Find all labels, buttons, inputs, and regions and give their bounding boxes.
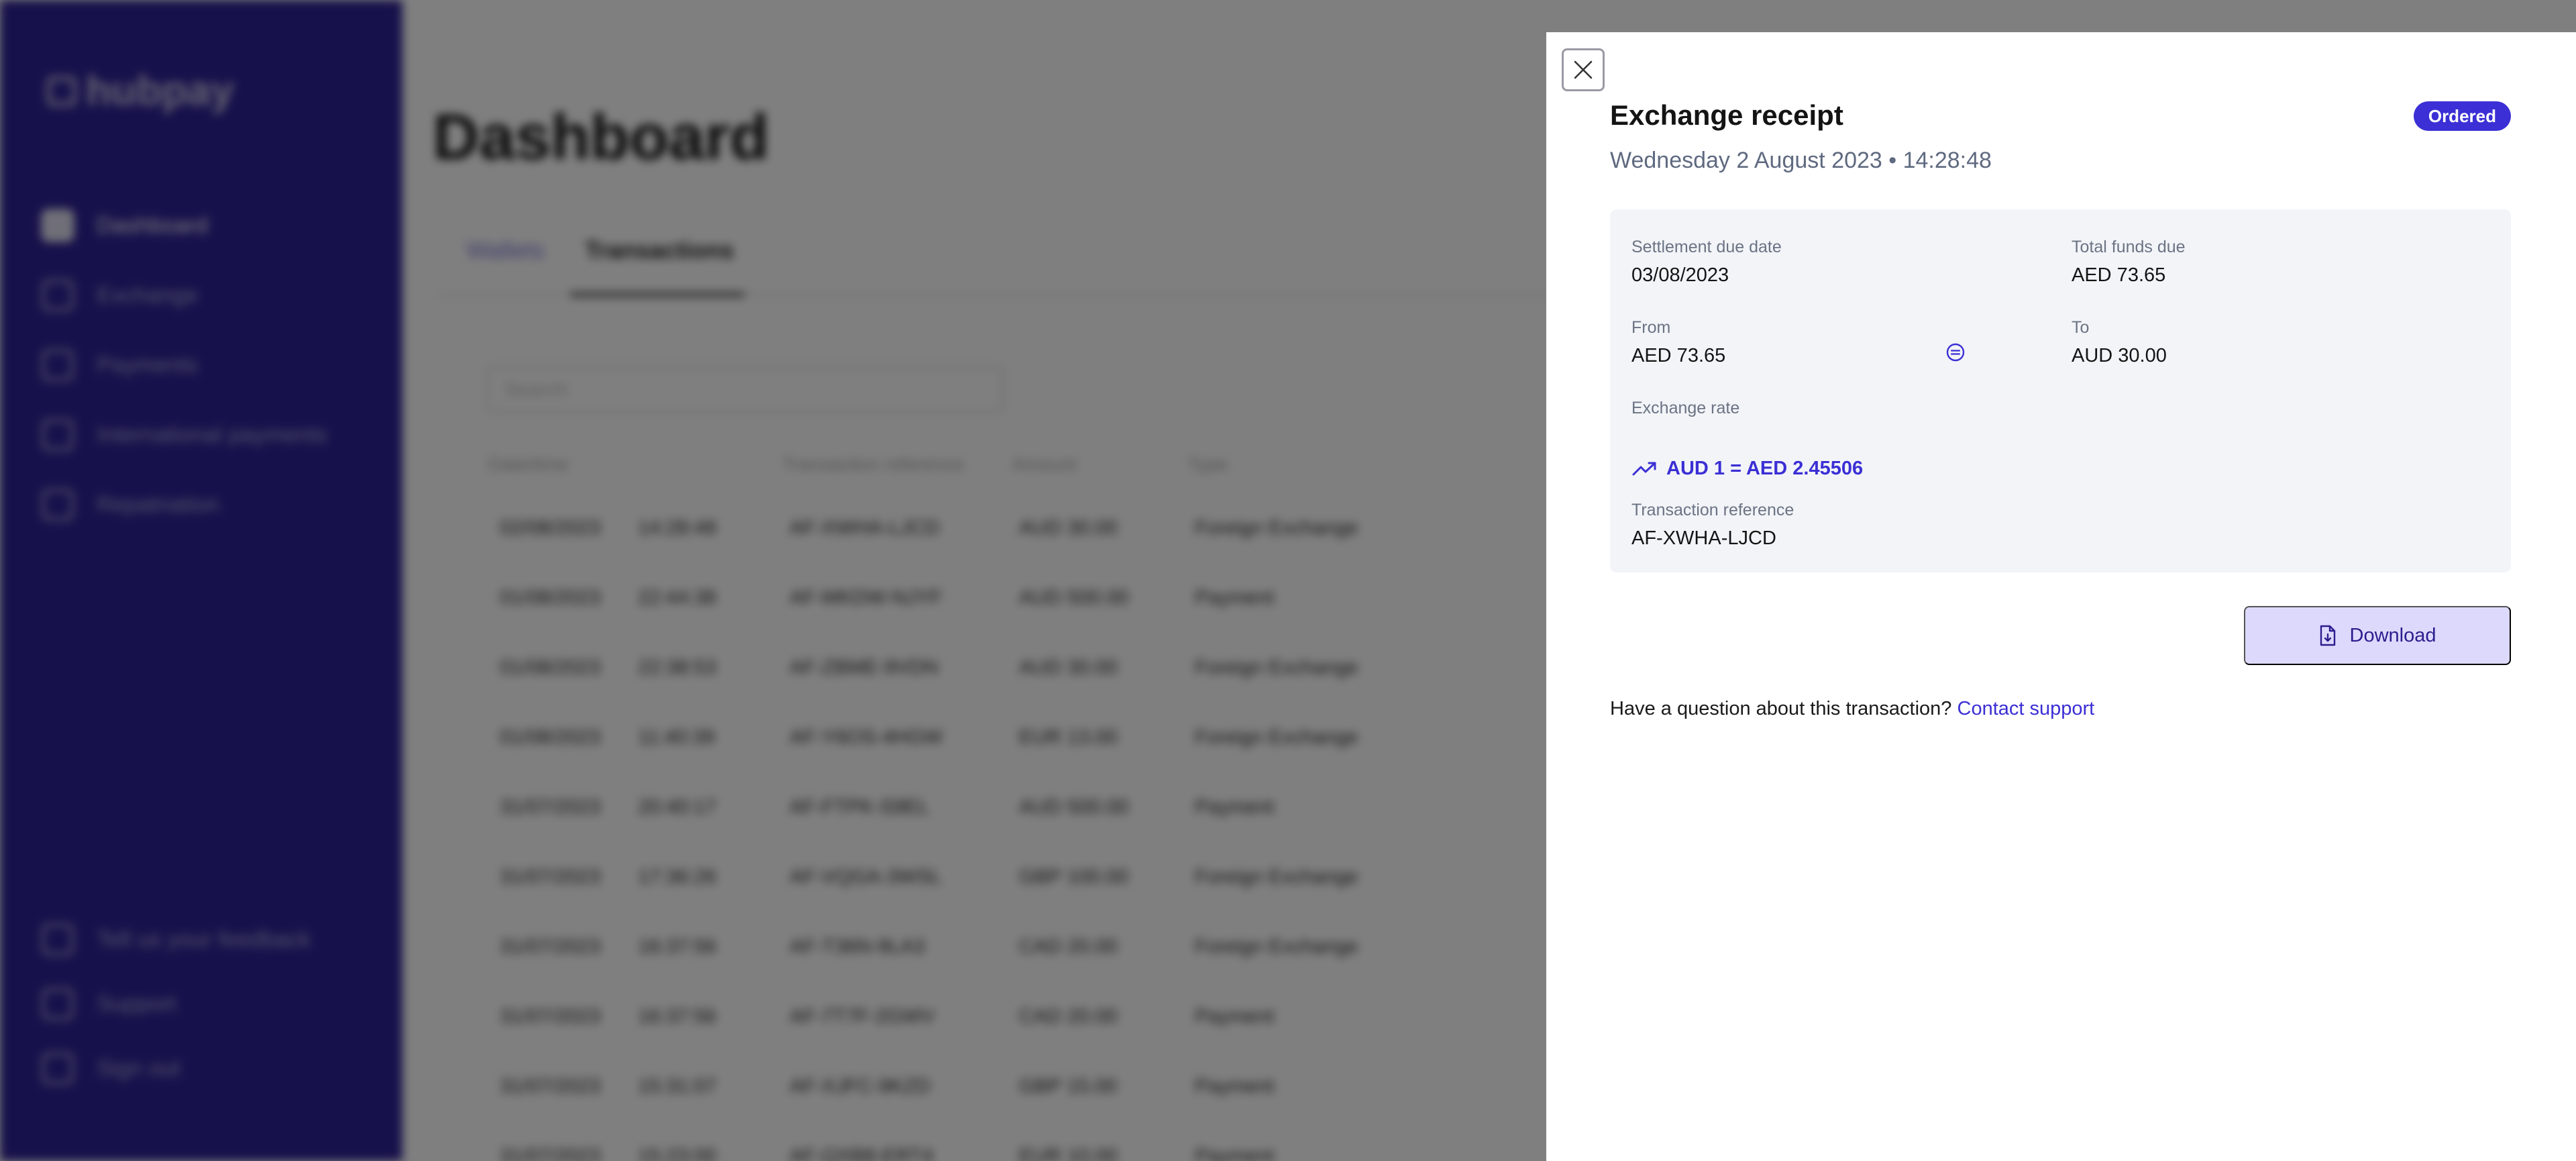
download-button[interactable]: Download	[2244, 606, 2511, 665]
close-button[interactable]	[1562, 48, 1605, 91]
download-label: Download	[2349, 624, 2436, 646]
receipt-details-card: Settlement due date 03/08/2023 Total fun…	[1610, 209, 2511, 572]
exchange-rate: AUD 1 = AED 2.45506	[1631, 458, 1863, 480]
support-question: Have a question about this transaction?	[1610, 698, 1952, 719]
contact-support-link[interactable]: Contact support	[1957, 698, 2095, 719]
total-funds-label: Total funds due	[2072, 238, 2186, 256]
transaction-reference-label: Transaction reference	[1631, 501, 1794, 519]
exchange-rate-label: Exchange rate	[1631, 399, 1740, 417]
from-value: AED 73.65	[1631, 345, 1726, 366]
close-icon	[1574, 60, 1593, 79]
exchange-receipt-drawer: Exchange receipt Ordered Wednesday 2 Aug…	[1546, 32, 2576, 1161]
to-value: AUD 30.00	[2072, 345, 2167, 366]
from-label: From	[1631, 318, 1671, 337]
receipt-date: Wednesday 2 August 2023 • 14:28:48	[1610, 148, 1992, 173]
trending-up-icon	[1632, 462, 1656, 475]
status-badge: Ordered	[2413, 101, 2511, 131]
to-label: To	[2072, 318, 2090, 337]
settlement-due-value: 03/08/2023	[1631, 264, 1729, 286]
total-funds-value: AED 73.65	[2072, 264, 2166, 286]
settlement-due-label: Settlement due date	[1631, 238, 1782, 256]
transaction-reference-value: AF-XWHA-LJCD	[1631, 527, 1776, 549]
receipt-title: Exchange receipt	[1610, 99, 1843, 131]
exchange-rate-value: AUD 1 = AED 2.45506	[1666, 458, 1864, 479]
support-prompt: Have a question about this transaction? …	[1610, 698, 2094, 720]
file-download-icon	[2320, 625, 2335, 646]
convert-icon	[1946, 343, 1965, 362]
